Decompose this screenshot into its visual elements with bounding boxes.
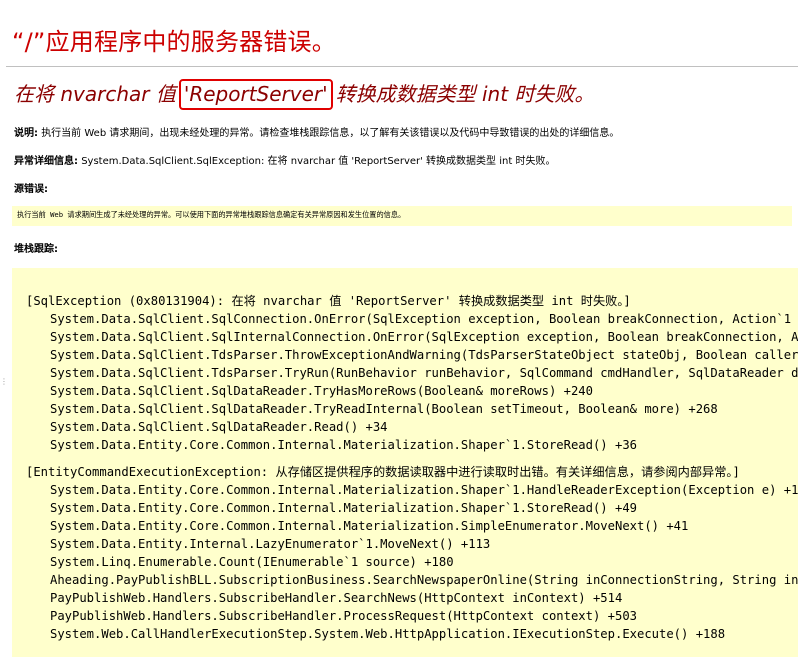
description-label: 说明: — [14, 128, 38, 139]
source-error-heading: 源错误: — [14, 180, 48, 195]
stack-frame: System.Data.SqlClient.SqlDataReader.Read… — [50, 420, 388, 434]
error-message: 在将 nvarchar 值 'ReportServer' 转换成数据类型 int 时… — [14, 78, 594, 110]
exception-details-text: System.Data.SqlClient.SqlException: 在将 n… — [81, 156, 556, 167]
error-message-before: 在将 nvarchar 值 — [14, 82, 176, 106]
stack-frame: System.Linq.Enumerable.Count(IEnumerable… — [50, 555, 454, 569]
stack-frame: System.Data.SqlClient.SqlDataReader.TryR… — [50, 402, 718, 416]
description-line: 说明: 执行当前 Web 请求期间，出现未经处理的异常。请检查堆栈跟踪信息，以了… — [14, 124, 619, 139]
description-text: 执行当前 Web 请求期间，出现未经处理的异常。请检查堆栈跟踪信息，以了解有关该… — [41, 128, 620, 139]
stack-trace-label: 堆栈跟踪: — [14, 244, 58, 255]
stack-trace-box[interactable]: [SqlException (0x80131904): 在将 nvarchar … — [12, 268, 798, 657]
stack-frame: System.Data.Entity.Internal.LazyEnumerat… — [50, 537, 491, 551]
error-page: “/”应用程序中的服务器错误。 在将 nvarchar 值 'ReportServ… — [0, 0, 798, 657]
stack-frame: System.Data.SqlClient.SqlConnection.OnEr… — [50, 312, 792, 326]
stack-frame: PayPublishWeb.Handlers.SubscribeHandler.… — [50, 609, 637, 623]
page-title: “/”应用程序中的服务器错误。 — [12, 28, 336, 56]
source-error-text: 执行当前 Web 请求期间生成了未经处理的异常。可以使用下面的异常堆栈跟踪信息确… — [17, 210, 406, 219]
stack-frame: PayPublishWeb.Handlers.SubscribeHandler.… — [50, 591, 623, 605]
stack-frame: System.Data.Entity.Core.Common.Internal.… — [50, 438, 637, 452]
stack-frame: System.Data.Entity.Core.Common.Internal.… — [50, 483, 798, 497]
stack-block-gap — [26, 454, 798, 463]
stack-frame: System.Data.SqlClient.SqlInternalConnect… — [50, 330, 798, 344]
stack-block-header: [SqlException (0x80131904): 在将 nvarchar … — [26, 294, 631, 308]
title-divider — [6, 66, 798, 67]
stack-trace-text: [SqlException (0x80131904): 在将 nvarchar … — [26, 292, 798, 643]
stack-frame: System.Data.SqlClient.TdsParser.TryRun(R… — [50, 366, 798, 380]
error-message-highlight: 'ReportServer' — [178, 79, 333, 110]
stack-trace-heading: 堆栈跟踪: — [14, 240, 58, 255]
stack-frame: Aheading.PayPublishBLL.SubscriptionBusin… — [50, 573, 798, 587]
stack-frame: System.Data.Entity.Core.Common.Internal.… — [50, 519, 689, 533]
stack-frame: System.Data.Entity.Core.Common.Internal.… — [50, 501, 637, 515]
exception-details-label: 异常详细信息: — [14, 156, 78, 167]
drag-handle-icon[interactable]: ⋮ — [0, 378, 8, 396]
error-message-after: 转换成数据类型 int 时失败。 — [335, 82, 595, 106]
stack-frame: System.Data.SqlClient.TdsParser.ThrowExc… — [50, 348, 798, 362]
stack-frame: System.Web.CallHandlerExecutionStep.Syst… — [50, 627, 726, 641]
exception-details-line: 异常详细信息: System.Data.SqlClient.SqlExcepti… — [14, 152, 555, 167]
source-error-label: 源错误: — [14, 184, 48, 195]
stack-frame: System.Data.SqlClient.SqlDataReader.TryH… — [50, 384, 593, 398]
stack-block-header: [EntityCommandExecutionException: 从存储区提供… — [26, 465, 740, 479]
source-error-box: 执行当前 Web 请求期间生成了未经处理的异常。可以使用下面的异常堆栈跟踪信息确… — [12, 206, 792, 226]
